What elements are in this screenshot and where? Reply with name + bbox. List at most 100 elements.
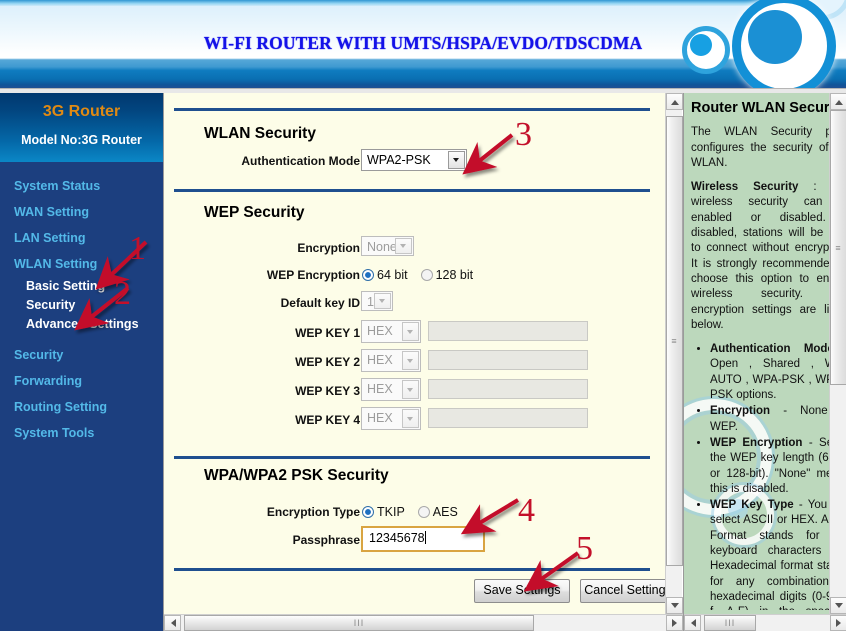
radio-128-bit[interactable] (420, 269, 433, 281)
save-settings-button[interactable]: Save Settings (474, 579, 570, 603)
sidebar-item-security[interactable]: Security (0, 342, 163, 368)
content-vertical-scrollbar[interactable]: ≡ (665, 93, 683, 614)
list-item: WEP Key Type - You can select ASCII or H… (710, 498, 830, 610)
authentication-mode-label: Authentication Mode (241, 154, 360, 168)
help-wireless-security-term: Wireless Security (691, 181, 799, 194)
help-intro: The WLAN Security page configures the se… (691, 126, 830, 169)
chevron-down-icon[interactable] (402, 380, 419, 399)
chevron-down-icon[interactable] (395, 238, 412, 254)
help-text: Router WLAN Security The WLAN Security p… (691, 100, 830, 610)
wpa-security-heading: WPA/WPA2 PSK Security (204, 467, 389, 484)
sidebar-item-advanced-settings[interactable]: Advanced Settings (0, 315, 163, 334)
chevron-down-icon[interactable] (374, 293, 391, 309)
content-horizontal-scrollbar[interactable]: III (164, 614, 683, 631)
sidebar-item-wan-setting[interactable]: WAN Setting (0, 199, 163, 225)
scroll-down-button[interactable] (666, 597, 683, 614)
sidebar-item-forwarding[interactable]: Forwarding (0, 368, 163, 394)
wep-key-3-format-value: HEX (367, 382, 393, 396)
sidebar-item-routing-setting[interactable]: Routing Setting (0, 394, 163, 420)
scroll-left-button[interactable] (164, 615, 181, 631)
radio-64-bit-label: 64 bit (377, 268, 408, 282)
wlan-security-heading: WLAN Security (204, 125, 316, 142)
caret-left-icon (170, 619, 176, 627)
wep-key-2-format-select[interactable]: HEX (361, 349, 421, 372)
encryption-value: None (367, 240, 397, 254)
wep-key-2-format-value: HEX (367, 353, 393, 367)
passphrase-value: 12345678 (369, 531, 425, 545)
content-scroll-area: WLAN Security Authentication Mode WPA2-P… (164, 93, 666, 610)
page-banner: WI-FI ROUTER WITH UMTS/HSPA/EVDO/TDSCDMA (0, 0, 846, 88)
help-horizontal-scrollbar[interactable]: III (684, 614, 846, 631)
help-bullet-text: - You can select ASCII or HEX. ASCII For… (710, 499, 830, 610)
wep-key-3-input[interactable] (428, 379, 588, 399)
sidebar-item-wlan-security[interactable]: Security (0, 296, 163, 315)
help-bullet-term: WEP Encryption (710, 436, 803, 449)
help-scroll-right-button[interactable] (830, 615, 846, 631)
sidebar: 3G Router Model No:3G Router System Stat… (0, 93, 163, 631)
help-scroll-left-button[interactable] (684, 615, 701, 631)
radio-64-bit[interactable] (362, 269, 374, 281)
wep-key-4-format-select[interactable]: HEX (361, 407, 421, 430)
wep-key-2-label: WEP KEY 2 (295, 355, 360, 369)
radio-aes[interactable] (417, 506, 430, 518)
scroll-up-button[interactable] (666, 93, 683, 110)
passphrase-input[interactable]: 12345678 (361, 526, 485, 552)
help-wireless-security-text: : The wireless security can be enabled o… (691, 181, 830, 331)
wep-key-3-format-select[interactable]: HEX (361, 378, 421, 401)
authentication-mode-select[interactable]: WPA2-PSK (361, 149, 467, 171)
encryption-select[interactable]: None (361, 236, 414, 256)
encryption-label: Encryption (297, 241, 360, 255)
chevron-down-icon[interactable] (448, 151, 465, 169)
content-frame: WLAN Security Authentication Mode WPA2-P… (163, 93, 683, 631)
divider-wpa-actions (174, 568, 650, 571)
sidebar-nav: System Status WAN Setting LAN Setting WL… (0, 173, 163, 446)
help-scroll-down-button[interactable] (830, 597, 846, 614)
wep-key-1-format-select[interactable]: HEX (361, 320, 421, 343)
sidebar-item-wlan-setting[interactable]: WLAN Setting (0, 251, 163, 277)
help-panel: Router WLAN Security The WLAN Security p… (683, 93, 846, 631)
help-vertical-scroll-thumb[interactable]: ≡ (830, 110, 846, 385)
encryption-type-radio-group: TKIP AES (362, 503, 471, 521)
content-horizontal-scroll-thumb[interactable]: III (184, 615, 534, 631)
default-key-id-select[interactable]: 1 (361, 291, 393, 311)
help-bullet-list-wep: Authentication Mode - Open , Shared , WE… (691, 342, 830, 610)
passphrase-label: Passphrase (292, 533, 360, 547)
radio-tkip[interactable] (362, 506, 374, 518)
content-vertical-scroll-thumb[interactable]: ≡ (666, 116, 683, 566)
sidebar-item-basic-setting[interactable]: Basic Setting (0, 277, 163, 296)
help-bullet-term: Encryption (710, 405, 771, 418)
sidebar-item-system-status[interactable]: System Status (0, 173, 163, 199)
help-vertical-scrollbar[interactable]: ≡ (829, 93, 846, 614)
help-bullet-term: WEP Key Type (710, 499, 794, 512)
encryption-type-label: Encryption Type (266, 505, 360, 519)
chevron-down-icon[interactable] (402, 322, 419, 341)
caret-right-icon (671, 619, 677, 627)
logo-large-disc-icon (748, 10, 802, 64)
divider-wep-wpa (174, 456, 650, 459)
sidebar-item-lan-setting[interactable]: LAN Setting (0, 225, 163, 251)
divider-wlan-wep (174, 189, 650, 192)
help-horizontal-scroll-thumb[interactable]: III (704, 615, 756, 631)
chevron-down-icon[interactable] (402, 351, 419, 370)
wep-key-2-input[interactable] (428, 350, 588, 370)
sidebar-item-system-tools[interactable]: System Tools (0, 420, 163, 446)
router-logo (656, 0, 846, 88)
divider-top (174, 108, 650, 111)
help-bullet-term: Authentication Mode (710, 343, 830, 356)
wep-key-1-input[interactable] (428, 321, 588, 341)
brand-title: 3G Router (42, 103, 121, 120)
help-scroll-up-button[interactable] (830, 93, 846, 110)
wep-key-4-input[interactable] (428, 408, 588, 428)
scroll-right-button[interactable] (666, 615, 683, 631)
wep-encryption-radio-group: 64 bit 128 bit (362, 266, 486, 284)
list-item: WEP Encryption - Select the WEP key leng… (710, 436, 830, 497)
caret-down-icon (834, 602, 843, 608)
model-label: Model No:3G Router (21, 133, 142, 147)
wep-security-heading: WEP Security (204, 204, 305, 221)
radio-128-bit-label: 128 bit (435, 268, 474, 282)
wep-key-1-format-value: HEX (367, 324, 393, 338)
chevron-down-icon[interactable] (402, 409, 419, 428)
cancel-settings-button[interactable]: Cancel Settings (580, 579, 666, 603)
text-caret (424, 531, 426, 544)
